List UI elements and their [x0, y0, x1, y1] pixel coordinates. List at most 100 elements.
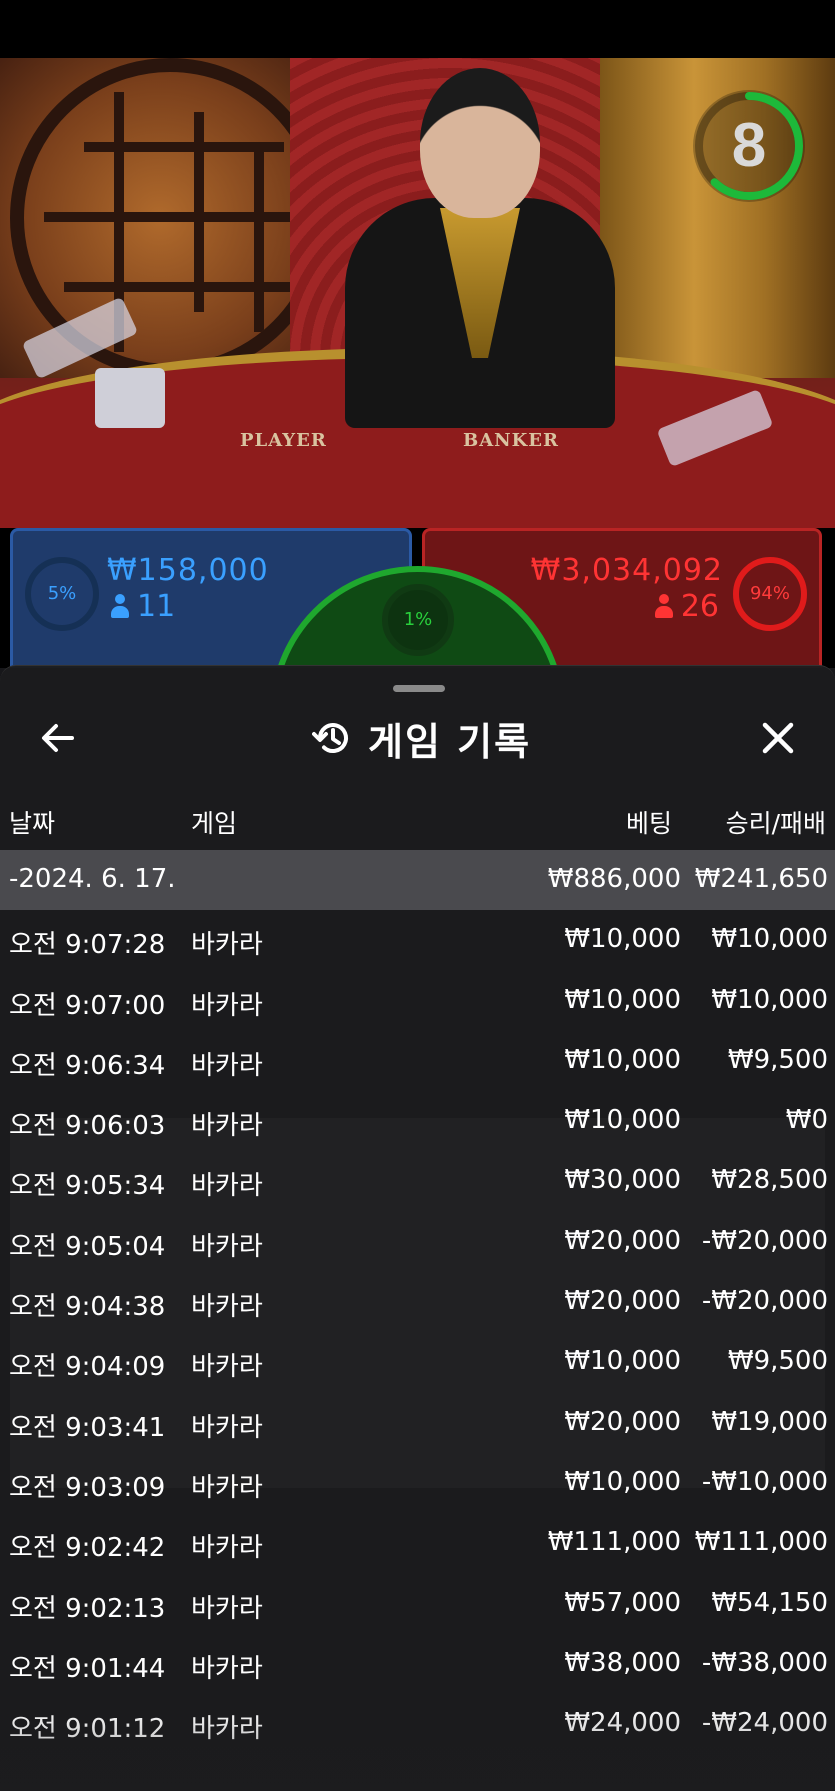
row-bet: ₩10,000 — [564, 1105, 681, 1136]
row-bet: ₩111,000 — [547, 1527, 681, 1558]
history-row[interactable]: 오전 9:05:04 바카라 ₩20,000 -₩20,000 — [0, 1212, 835, 1272]
history-row[interactable]: 오전 9:07:00 바카라 ₩10,000 ₩10,000 — [0, 971, 835, 1031]
row-result: -₩24,000 — [701, 1708, 828, 1739]
history-row[interactable]: 오전 9:04:38 바카라 ₩20,000 -₩20,000 — [0, 1272, 835, 1332]
player-percent: 5% — [47, 583, 77, 604]
history-row[interactable]: 오전 9:01:12 바카라 ₩24,000 -₩24,000 — [0, 1694, 835, 1754]
row-game: 바카라 — [191, 1171, 263, 1202]
row-game: 바카라 — [191, 1111, 263, 1142]
panel-title: 게임 기록 — [368, 719, 532, 764]
live-video: PLAYER BANKER 8 — [0, 58, 835, 528]
game-history-panel: 게임 기록 날짜 게임 베팅 승리/패배 -2024. 6. 17. ₩886,… — [0, 665, 835, 1791]
tie-percent-ring: 1% — [382, 584, 454, 656]
banker-percent: 94% — [749, 583, 790, 604]
row-result: -₩10,000 — [701, 1466, 828, 1497]
row-bet: ₩20,000 — [564, 1286, 681, 1317]
arrow-left-icon — [42, 724, 74, 752]
row-game: 바카라 — [191, 1050, 263, 1081]
history-row[interactable]: 오전 9:05:34 바카라 ₩30,000 ₩28,500 — [0, 1151, 835, 1211]
group-bet-total: ₩886,000 — [547, 864, 681, 894]
column-date: 날짜 — [9, 809, 56, 838]
row-result: ₩0 — [785, 1105, 828, 1136]
row-result: -₩38,000 — [701, 1647, 828, 1678]
row-game: 바카라 — [191, 1533, 263, 1564]
status-bar — [0, 0, 835, 58]
row-result: ₩10,000 — [711, 924, 828, 955]
row-result: ₩10,000 — [711, 984, 828, 1015]
player-total-bet: ₩158,000 — [107, 553, 269, 588]
row-result: ₩111,000 — [694, 1527, 828, 1558]
column-headers: 날짜 게임 베팅 승리/패배 — [0, 804, 835, 844]
row-game: 바카라 — [191, 1352, 263, 1383]
row-game: 바카라 — [191, 1231, 263, 1262]
row-result: ₩19,000 — [711, 1406, 828, 1437]
row-time: 오전 9:05:04 — [9, 1231, 166, 1262]
row-game: 바카라 — [191, 1292, 263, 1323]
user-icon — [111, 594, 129, 618]
row-bet: ₩10,000 — [564, 1346, 681, 1377]
row-bet: ₩30,000 — [564, 1165, 681, 1196]
row-game: 바카라 — [191, 990, 263, 1021]
history-row[interactable]: 오전 9:01:44 바카라 ₩38,000 -₩38,000 — [0, 1634, 835, 1694]
panel-title-group: 게임 기록 — [312, 712, 531, 764]
date-group-row[interactable]: -2024. 6. 17. ₩886,000 ₩241,650 — [0, 850, 835, 911]
history-row[interactable]: 오전 9:02:42 바카라 ₩111,000 ₩111,000 — [0, 1513, 835, 1573]
group-date: -2024. 6. 17. — [9, 864, 176, 894]
player-table-label: PLAYER — [240, 430, 327, 451]
tie-percent: 1% — [403, 609, 433, 630]
row-game: 바카라 — [191, 1653, 263, 1684]
row-game: 바카라 — [191, 1593, 263, 1624]
row-bet: ₩10,000 — [564, 1044, 681, 1075]
banker-users-value: 26 — [680, 589, 719, 624]
row-bet: ₩38,000 — [564, 1647, 681, 1678]
row-time: 오전 9:01:44 — [9, 1653, 166, 1684]
history-row[interactable]: 오전 9:06:03 바카라 ₩10,000 ₩0 — [0, 1091, 835, 1151]
row-time: 오전 9:04:09 — [9, 1352, 166, 1383]
row-time: 오전 9:03:09 — [9, 1472, 166, 1503]
row-time: 오전 9:03:41 — [9, 1412, 166, 1443]
row-game: 바카라 — [191, 1714, 263, 1745]
banker-user-count: 26 — [654, 589, 719, 624]
history-row[interactable]: 오전 9:07:28 바카라 ₩10,000 ₩10,000 — [0, 910, 835, 970]
timer-value: 8 — [731, 111, 767, 180]
player-percent-ring: 5% — [25, 557, 99, 631]
row-time: 오전 9:01:12 — [9, 1714, 166, 1745]
history-row[interactable]: 오전 9:06:34 바카라 ₩10,000 ₩9,500 — [0, 1031, 835, 1091]
row-result: ₩54,150 — [711, 1587, 828, 1618]
banker-table-label: BANKER — [463, 430, 559, 451]
row-time: 오전 9:02:42 — [9, 1533, 166, 1564]
row-time: 오전 9:06:34 — [9, 1050, 166, 1081]
drag-handle[interactable] — [393, 685, 445, 692]
history-row[interactable]: 오전 9:02:13 바카라 ₩57,000 ₩54,150 — [0, 1574, 835, 1634]
history-clock-icon — [312, 723, 348, 753]
row-result: -₩20,000 — [701, 1286, 828, 1317]
row-time: 오전 9:05:34 — [9, 1171, 166, 1202]
history-row[interactable]: 오전 9:03:41 바카라 ₩20,000 ₩19,000 — [0, 1393, 835, 1453]
row-bet: ₩20,000 — [564, 1225, 681, 1256]
row-result: ₩9,500 — [727, 1346, 828, 1377]
row-bet: ₩20,000 — [564, 1406, 681, 1437]
column-game: 게임 — [191, 809, 238, 838]
user-icon — [654, 594, 673, 618]
row-game: 바카라 — [191, 1472, 263, 1503]
row-result: ₩28,500 — [711, 1165, 828, 1196]
row-bet: ₩10,000 — [564, 1466, 681, 1497]
player-user-count: 11 — [111, 589, 175, 624]
close-button[interactable] — [756, 716, 800, 760]
history-row[interactable]: 오전 9:03:09 바카라 ₩10,000 -₩10,000 — [0, 1453, 835, 1513]
group-result-total: ₩241,650 — [694, 864, 828, 894]
back-button[interactable] — [36, 716, 80, 760]
row-result: -₩20,000 — [701, 1225, 828, 1256]
row-result: ₩9,500 — [727, 1044, 828, 1075]
row-bet: ₩24,000 — [564, 1708, 681, 1739]
player-users-value: 11 — [137, 589, 176, 624]
history-row[interactable]: 오전 9:04:09 바카라 ₩10,000 ₩9,500 — [0, 1332, 835, 1392]
card-shoe — [95, 368, 165, 428]
row-time: 오전 9:04:38 — [9, 1292, 166, 1323]
column-bet: 베팅 — [625, 809, 672, 838]
row-time: 오전 9:07:28 — [9, 930, 166, 961]
banker-percent-ring: 94% — [733, 557, 807, 631]
row-time: 오전 9:06:03 — [9, 1111, 166, 1142]
dealer — [345, 198, 615, 428]
panel-header: 게임 기록 — [0, 706, 835, 770]
